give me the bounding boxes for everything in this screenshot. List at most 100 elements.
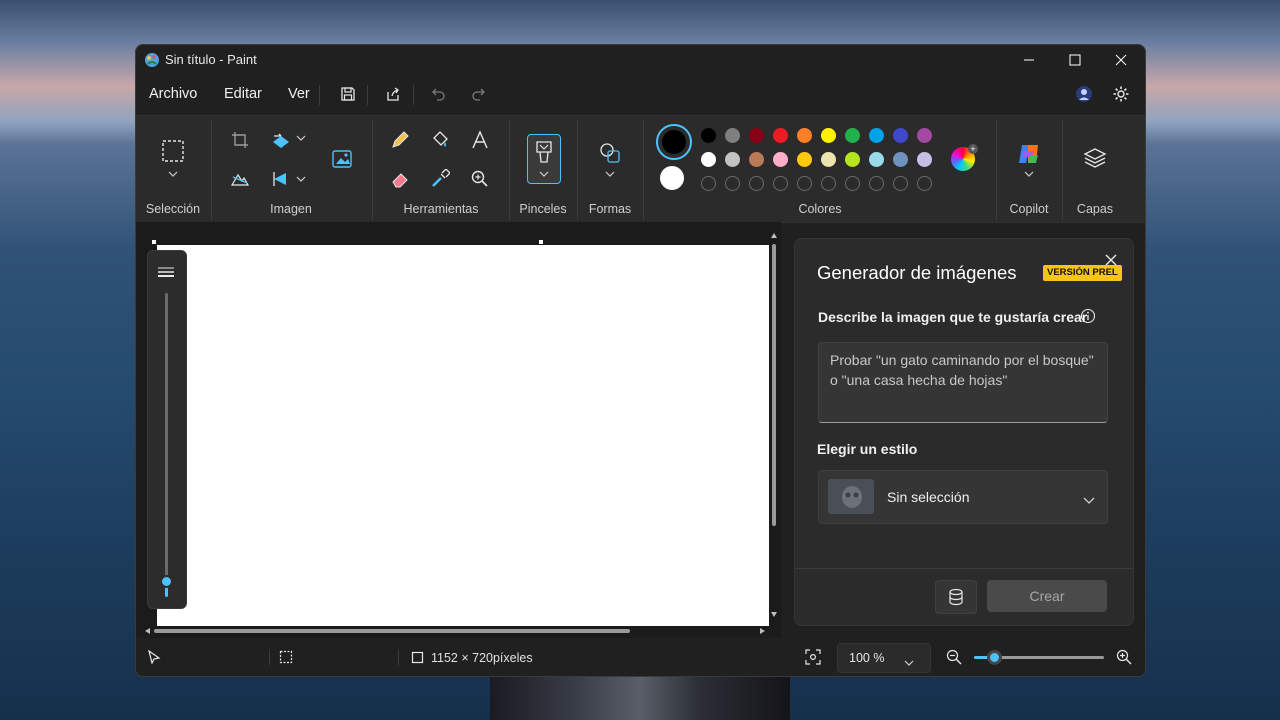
eraser-icon[interactable]	[387, 166, 413, 192]
share-icon[interactable]	[381, 82, 405, 106]
edit-colors-icon[interactable]: +	[949, 144, 978, 173]
color-picker-icon[interactable]	[427, 166, 453, 192]
fill-bucket-icon[interactable]	[427, 127, 453, 153]
group-label-imagen: Imagen	[270, 202, 312, 216]
empty-color-swatch[interactable]	[869, 176, 884, 191]
close-window-button[interactable]	[1098, 45, 1144, 75]
close-panel-icon[interactable]	[1101, 250, 1121, 270]
empty-color-swatch[interactable]	[701, 176, 716, 191]
scroll-right-icon	[760, 628, 765, 634]
remove-background-icon[interactable]	[227, 166, 253, 192]
color-swatch[interactable]	[917, 128, 932, 143]
prompt-textarea[interactable]: Probar "un gato caminando por el bosque"…	[818, 342, 1108, 423]
shapes-icon[interactable]	[597, 140, 623, 166]
vertical-scrollbar[interactable]	[770, 232, 778, 628]
resize-handle[interactable]	[539, 240, 543, 244]
pencil-icon[interactable]	[387, 127, 413, 153]
image-generator-panel: Generador de imágenes VERSIÓN PREL Descr…	[794, 238, 1134, 626]
color-swatch[interactable]	[893, 152, 908, 167]
minimize-button[interactable]	[1006, 45, 1052, 75]
color-swatch[interactable]	[869, 152, 884, 167]
copilot-icon[interactable]	[1015, 140, 1043, 168]
settings-gear-icon[interactable]	[1109, 82, 1133, 106]
credits-button[interactable]	[935, 580, 977, 614]
group-label-seleccion: Selección	[145, 202, 201, 216]
resize-handle[interactable]	[152, 240, 156, 244]
resize-icon[interactable]	[268, 127, 294, 153]
color-swatch[interactable]	[797, 128, 812, 143]
selection-chevron-down-icon[interactable]	[160, 166, 186, 182]
magnifier-icon[interactable]	[467, 166, 493, 192]
empty-color-swatch[interactable]	[773, 176, 788, 191]
color-swatch[interactable]	[701, 128, 716, 143]
save-icon[interactable]	[336, 82, 360, 106]
copilot-chevron-down-icon[interactable]	[1021, 168, 1037, 180]
prompt-placeholder-line2: o "una casa hecha de hojas"	[830, 372, 1008, 388]
text-tool-icon[interactable]	[467, 127, 493, 153]
menu-editar[interactable]: Editar	[224, 86, 262, 102]
color-swatch[interactable]	[725, 152, 740, 167]
undo-icon[interactable]	[426, 82, 450, 106]
resize-chevron-down-icon[interactable]	[294, 131, 308, 145]
empty-color-swatch[interactable]	[845, 176, 860, 191]
layers-icon[interactable]	[1081, 145, 1109, 171]
zoom-slider-thumb[interactable]	[986, 650, 1002, 665]
brush-size-icon	[157, 265, 175, 283]
maximize-button[interactable]	[1052, 45, 1098, 75]
menu-archivo[interactable]: Archivo	[149, 86, 197, 102]
drawing-canvas[interactable]	[157, 245, 769, 626]
menu-divider	[319, 85, 320, 105]
color-swatch[interactable]	[773, 152, 788, 167]
brush-size-track[interactable]	[165, 293, 168, 593]
zoom-dropdown[interactable]: 100 %	[837, 643, 931, 673]
zoom-out-icon[interactable]	[946, 649, 962, 665]
horizontal-scrollbar[interactable]	[144, 626, 770, 636]
canvas-size-text: 1152 × 720píxeles	[431, 651, 533, 665]
ribbon-divider	[1062, 120, 1063, 220]
brushes-button[interactable]	[527, 134, 561, 184]
color-swatch[interactable]	[845, 128, 860, 143]
color-swatch[interactable]	[701, 152, 716, 167]
color-swatch[interactable]	[749, 152, 764, 167]
color-swatch[interactable]	[749, 128, 764, 143]
zoom-slider-track[interactable]	[974, 650, 1104, 665]
empty-color-swatch[interactable]	[797, 176, 812, 191]
horizontal-scroll-thumb[interactable]	[154, 629, 630, 633]
color-swatch[interactable]	[797, 152, 812, 167]
image-select-icon[interactable]	[330, 146, 356, 172]
empty-color-swatch[interactable]	[893, 176, 908, 191]
redo-icon[interactable]	[467, 82, 491, 106]
info-icon[interactable]	[1080, 308, 1096, 324]
status-bar: 1152 × 720píxeles 100 %	[136, 638, 1145, 676]
color-swatch[interactable]	[821, 152, 836, 167]
color-swatch[interactable]	[821, 128, 836, 143]
empty-color-swatch[interactable]	[725, 176, 740, 191]
color-swatch[interactable]	[845, 152, 860, 167]
shapes-chevron-down-icon[interactable]	[602, 168, 618, 180]
flip-icon[interactable]	[268, 166, 294, 192]
scroll-up-icon	[771, 233, 777, 238]
account-avatar-icon[interactable]	[1072, 82, 1096, 106]
menu-divider	[413, 85, 414, 105]
color-swatch[interactable]	[869, 128, 884, 143]
fit-to-window-icon[interactable]	[805, 649, 821, 665]
flip-chevron-down-icon[interactable]	[294, 172, 308, 186]
crop-icon[interactable]	[227, 127, 253, 153]
empty-color-swatch[interactable]	[821, 176, 836, 191]
title-bar: Sin título - Paint	[136, 45, 1145, 75]
secondary-color[interactable]	[660, 166, 684, 190]
selection-rectangle-icon[interactable]	[160, 138, 186, 164]
color-swatch[interactable]	[917, 152, 932, 167]
zoom-in-icon[interactable]	[1116, 649, 1132, 665]
empty-color-swatch[interactable]	[749, 176, 764, 191]
menu-ver[interactable]: Ver	[288, 86, 310, 102]
color-swatch[interactable]	[893, 128, 908, 143]
vertical-scroll-thumb[interactable]	[772, 244, 776, 526]
create-button[interactable]: Crear	[987, 580, 1107, 612]
primary-color[interactable]	[656, 124, 692, 160]
brush-size-thumb[interactable]	[160, 575, 173, 588]
empty-color-swatch[interactable]	[917, 176, 932, 191]
color-swatch[interactable]	[773, 128, 788, 143]
color-swatch[interactable]	[725, 128, 740, 143]
style-dropdown[interactable]: Sin selección	[818, 470, 1108, 524]
